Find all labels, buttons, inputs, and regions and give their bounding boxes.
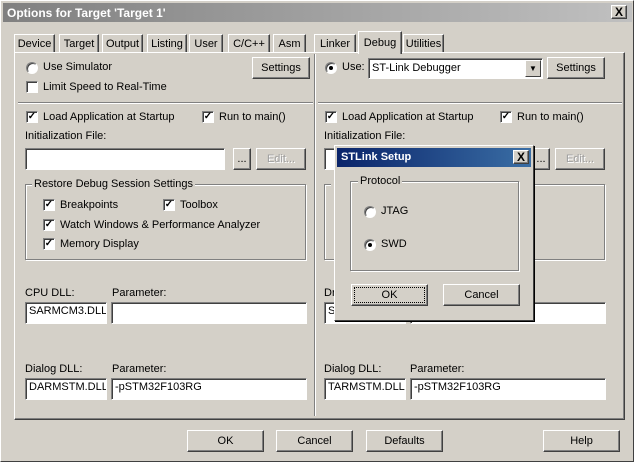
- toolbox-checkbox[interactable]: ✓: [163, 199, 175, 211]
- cpu-param-label: Parameter:: [112, 287, 167, 299]
- debugger-select-value: ST-Link Debugger: [372, 62, 461, 74]
- breakpoints-checkbox[interactable]: ✓: [43, 199, 55, 211]
- use-debugger-radio[interactable]: [325, 62, 337, 74]
- window-title: Options for Target 'Target 1': [7, 6, 166, 20]
- protocol-group: [350, 181, 519, 271]
- dialog-dll-label: Dialog DLL:: [25, 363, 83, 375]
- left-load-app-label: Load Application at Startup: [43, 111, 175, 123]
- swd-radio[interactable]: [364, 239, 376, 251]
- right-settings-button[interactable]: Settings: [547, 57, 605, 79]
- tab-user[interactable]: User: [189, 34, 223, 53]
- tab-output[interactable]: Output: [102, 34, 143, 53]
- ok-button[interactable]: OK: [187, 430, 264, 452]
- right-run-to-main-checkbox[interactable]: ✓: [500, 111, 512, 123]
- stlink-ok-button[interactable]: OK: [351, 284, 428, 306]
- cpu-dll-label: CPU DLL:: [25, 287, 75, 299]
- left-run-to-main-label: Run to main(): [219, 111, 286, 123]
- defaults-button[interactable]: Defaults: [366, 430, 443, 452]
- dialog-param-field[interactable]: -pSTM32F103RG: [111, 378, 307, 400]
- tab-c-cpp[interactable]: C/C++: [228, 34, 270, 53]
- right-init-file-label: Initialization File:: [324, 130, 406, 142]
- cpu-dll-field[interactable]: SARMCM3.DLL: [25, 302, 107, 324]
- toolbox-label: Toolbox: [180, 199, 218, 211]
- stlink-dialog-title-bar: STLink Setup X: [337, 148, 531, 167]
- limit-speed-checkbox[interactable]: [26, 81, 38, 93]
- cpu-param-field[interactable]: [111, 302, 307, 324]
- cancel-button[interactable]: Cancel: [276, 430, 353, 452]
- title-bar: Options for Target 'Target 1' X: [3, 3, 632, 22]
- left-load-app-checkbox[interactable]: ✓: [26, 111, 38, 123]
- left-init-file-input[interactable]: [25, 148, 225, 170]
- use-label: Use:: [342, 61, 365, 73]
- tab-target[interactable]: Target: [59, 34, 99, 53]
- right-run-to-main-label: Run to main(): [517, 111, 584, 123]
- right-load-app-checkbox[interactable]: ✓: [325, 111, 337, 123]
- use-simulator-radio[interactable]: [26, 62, 38, 74]
- right-dialog-param-field[interactable]: -pSTM32F103RG: [410, 378, 606, 400]
- dialog-dll-field[interactable]: DARMSTM.DLL: [25, 378, 107, 400]
- stlink-dialog-title: STLink Setup: [341, 151, 412, 163]
- use-simulator-label: Use Simulator: [43, 61, 113, 73]
- right-dialog-dll-field[interactable]: TARMSTM.DLL: [324, 378, 406, 400]
- swd-label: SWD: [381, 238, 407, 250]
- close-button[interactable]: X: [611, 5, 627, 19]
- breakpoints-label: Breakpoints: [60, 199, 119, 211]
- memory-display-checkbox[interactable]: ✓: [43, 238, 55, 250]
- watch-windows-label: Watch Windows & Performance Analyzer: [60, 219, 261, 231]
- help-button[interactable]: Help: [543, 430, 620, 452]
- debugger-select[interactable]: ST-Link Debugger ▼: [368, 58, 543, 79]
- left-run-to-main-checkbox[interactable]: ✓: [202, 111, 214, 123]
- stlink-setup-dialog: STLink Setup X Protocol JTAG SWD OK Canc…: [334, 145, 534, 321]
- chevron-down-icon[interactable]: ▼: [525, 60, 541, 77]
- jtag-radio[interactable]: [364, 206, 376, 218]
- column-divider: [314, 54, 316, 416]
- watch-windows-checkbox[interactable]: ✓: [43, 219, 55, 231]
- tab-listing[interactable]: Listing: [147, 34, 187, 53]
- dialog-param-label: Parameter:: [112, 363, 167, 375]
- limit-speed-label: Limit Speed to Real-Time: [43, 81, 167, 93]
- tab-asm[interactable]: Asm: [273, 34, 306, 53]
- stlink-cancel-button[interactable]: Cancel: [443, 284, 520, 306]
- tab-device[interactable]: Device: [14, 34, 55, 53]
- left-init-file-label: Initialization File:: [25, 130, 107, 142]
- memory-display-label: Memory Display: [60, 238, 139, 250]
- tab-debug[interactable]: Debug: [358, 31, 402, 54]
- restore-settings-title: Restore Debug Session Settings: [32, 178, 195, 190]
- left-settings-button[interactable]: Settings: [252, 57, 310, 79]
- tab-linker[interactable]: Linker: [314, 34, 356, 53]
- right-dialog-dll-label: Dialog DLL:: [324, 363, 382, 375]
- right-dialog-param-label: Parameter:: [410, 363, 465, 375]
- left-edit-button[interactable]: Edit...: [256, 148, 306, 170]
- left-browse-button[interactable]: ...: [233, 148, 251, 170]
- right-separator: [318, 102, 622, 104]
- right-browse-button[interactable]: ...: [532, 148, 550, 170]
- right-load-app-label: Load Application at Startup: [342, 111, 474, 123]
- left-separator: [18, 102, 313, 104]
- protocol-group-title: Protocol: [358, 175, 403, 187]
- tab-utilities[interactable]: Utilities: [403, 34, 444, 53]
- options-window: Options for Target 'Target 1' X Device T…: [0, 0, 634, 462]
- stlink-close-button[interactable]: X: [513, 150, 529, 164]
- jtag-label: JTAG: [381, 205, 409, 217]
- right-edit-button[interactable]: Edit...: [555, 148, 605, 170]
